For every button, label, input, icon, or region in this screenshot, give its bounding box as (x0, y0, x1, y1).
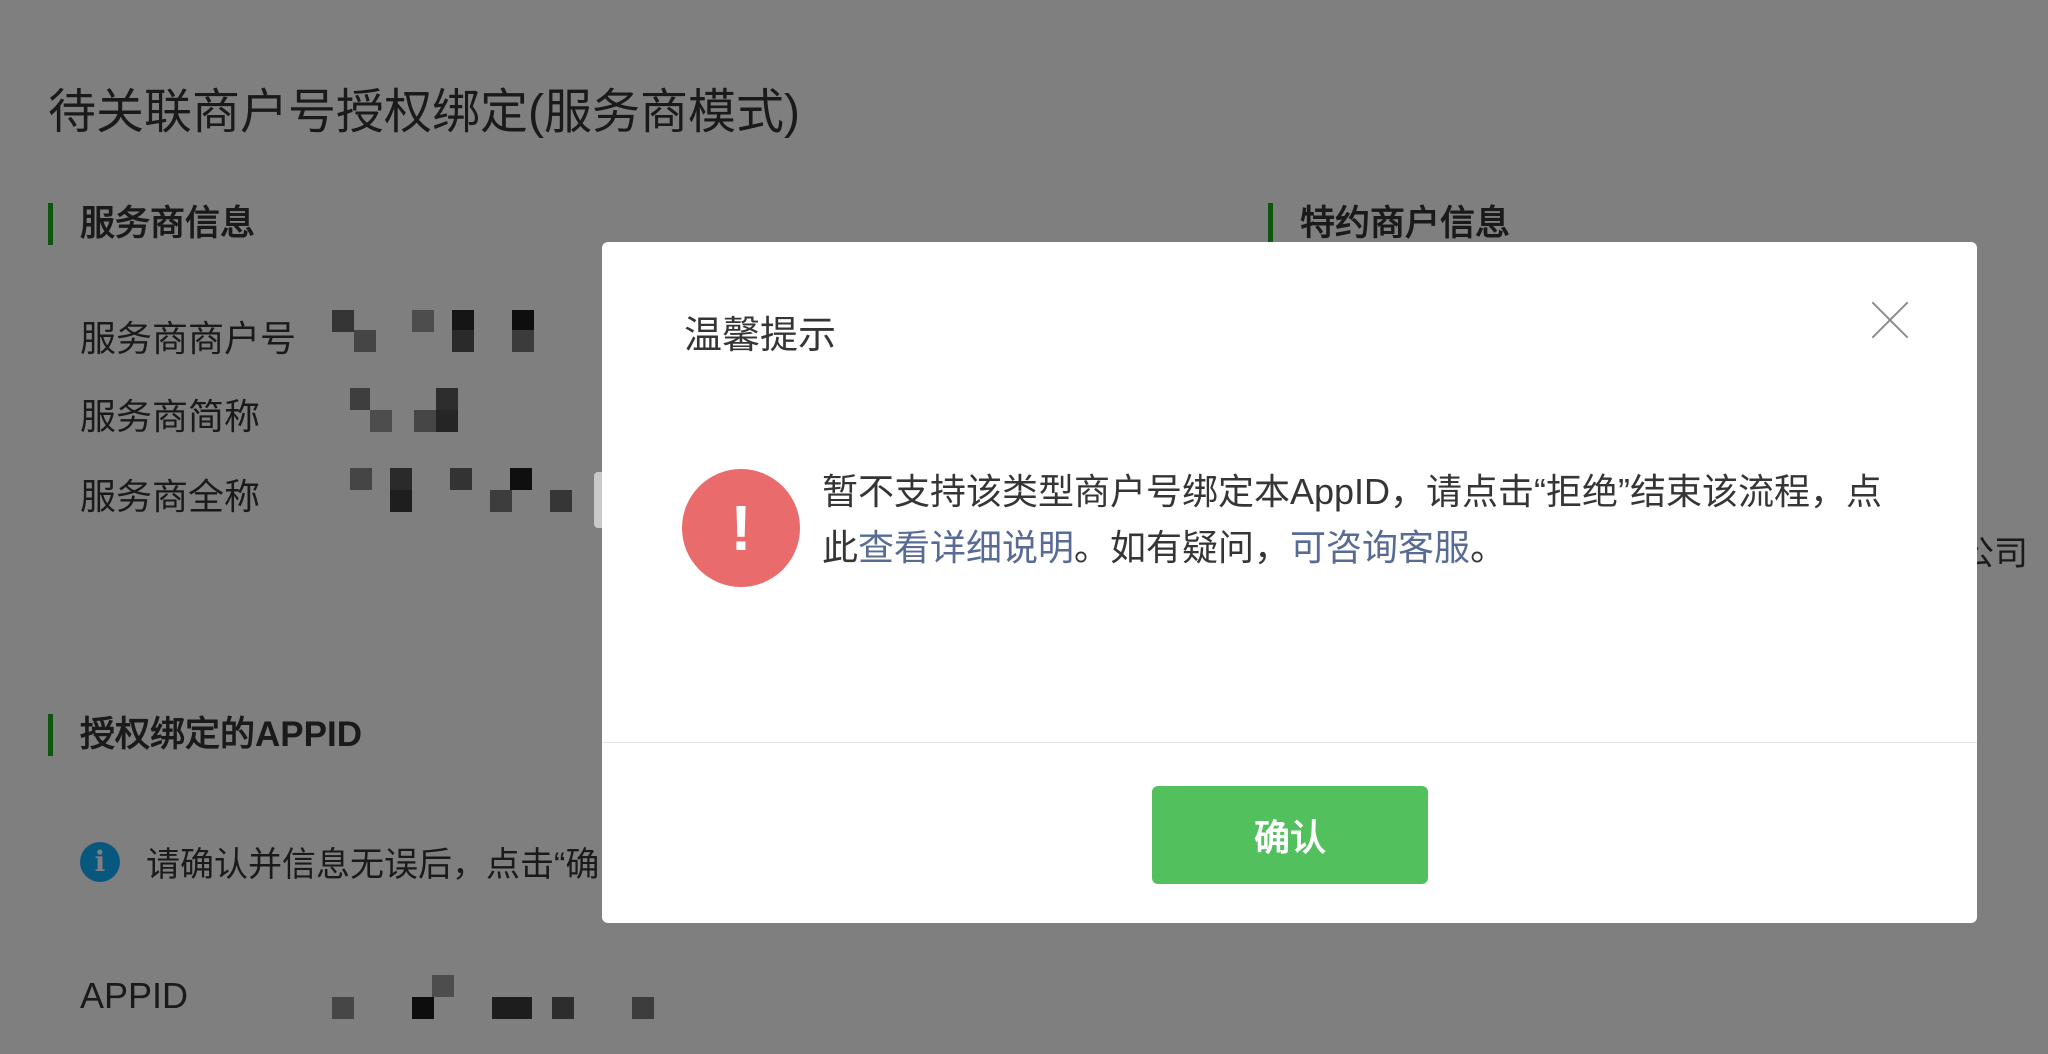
warning-dialog: 温馨提示 ! 暂不支持该类型商户号绑定本AppID，请点击“拒绝”结束该流程，点… (602, 242, 1977, 923)
contact-support-link[interactable]: 可咨询客服 (1290, 527, 1470, 568)
confirm-button[interactable]: 确认 (1152, 786, 1428, 884)
view-details-link[interactable]: 查看详细说明 (858, 527, 1074, 568)
close-icon[interactable] (1870, 300, 1910, 340)
message-text-after: 。 (1470, 527, 1507, 568)
dialog-message: 暂不支持该类型商户号绑定本AppID，请点击“拒绝”结束该流程，点此查看详细说明… (822, 464, 1892, 576)
message-text-middle: 。如有疑问， (1074, 527, 1291, 568)
warning-glyph: ! (730, 492, 752, 564)
dialog-divider (602, 742, 1977, 743)
dialog-title: 温馨提示 (684, 315, 837, 357)
warning-exclamation-icon: ! (682, 469, 800, 587)
